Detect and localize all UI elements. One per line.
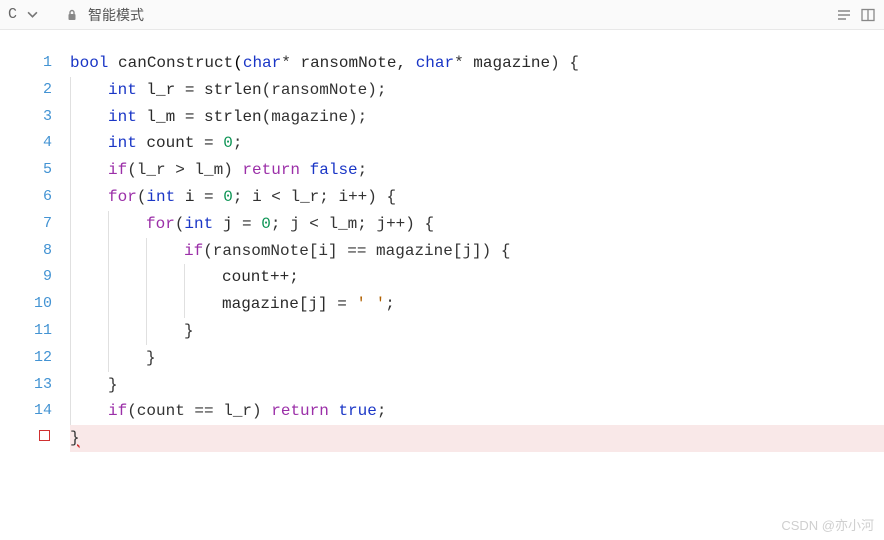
code-line[interactable]: count++;	[70, 264, 884, 291]
line-number: 5	[0, 157, 52, 184]
line-number: 1	[0, 50, 52, 77]
code-line[interactable]: if(l_r > l_m) return false;	[70, 157, 884, 184]
line-number: 6	[0, 184, 52, 211]
line-number: 3	[0, 104, 52, 131]
error-brace: }	[70, 429, 80, 447]
code-line[interactable]: }	[70, 372, 884, 399]
line-number: 12	[0, 345, 52, 372]
line-number-gutter: 1 2 3 4 5 6 7 8 9 10 11 12 13 14	[0, 50, 70, 540]
code-area[interactable]: bool canConstruct(char* ransomNote, char…	[70, 50, 884, 540]
line-number: 10	[0, 291, 52, 318]
code-line[interactable]: for(int j = 0; j < l_m; j++) {	[70, 211, 884, 238]
code-line[interactable]: }	[70, 345, 884, 372]
line-number: 7	[0, 211, 52, 238]
code-line[interactable]: int count = 0;	[70, 130, 884, 157]
code-line[interactable]: for(int i = 0; i < l_r; i++) {	[70, 184, 884, 211]
list-icon[interactable]	[836, 7, 852, 23]
code-line-error[interactable]: }	[70, 425, 884, 452]
code-editor[interactable]: 1 2 3 4 5 6 7 8 9 10 11 12 13 14 bool ca…	[0, 30, 884, 540]
code-line[interactable]: if(ransomNote[i] == magazine[j]) {	[70, 238, 884, 265]
lock-icon	[66, 9, 78, 21]
panel-icon[interactable]	[860, 7, 876, 23]
line-number: 9	[0, 264, 52, 291]
line-number: 8	[0, 238, 52, 265]
code-line[interactable]: if(count == l_r) return true;	[70, 398, 884, 425]
line-number: 2	[0, 77, 52, 104]
line-number: 14	[0, 398, 52, 425]
line-number: 11	[0, 318, 52, 345]
error-marker-row	[0, 425, 52, 452]
line-number: 4	[0, 130, 52, 157]
watermark: CSDN @亦小河	[781, 515, 874, 534]
chevron-down-icon[interactable]	[27, 9, 38, 20]
error-square-icon	[39, 430, 50, 441]
code-line[interactable]: }	[70, 318, 884, 345]
toolbar-left: C 智能模式	[8, 5, 144, 25]
code-line[interactable]: bool canConstruct(char* ransomNote, char…	[70, 50, 884, 77]
line-number: 13	[0, 372, 52, 399]
language-letter[interactable]: C	[8, 6, 17, 23]
code-line[interactable]: magazine[j] = ' ';	[70, 291, 884, 318]
mode-label: 智能模式	[88, 5, 144, 25]
toolbar: C 智能模式	[0, 0, 884, 30]
code-line[interactable]: int l_r = strlen(ransomNote);	[70, 77, 884, 104]
code-line[interactable]: int l_m = strlen(magazine);	[70, 104, 884, 131]
